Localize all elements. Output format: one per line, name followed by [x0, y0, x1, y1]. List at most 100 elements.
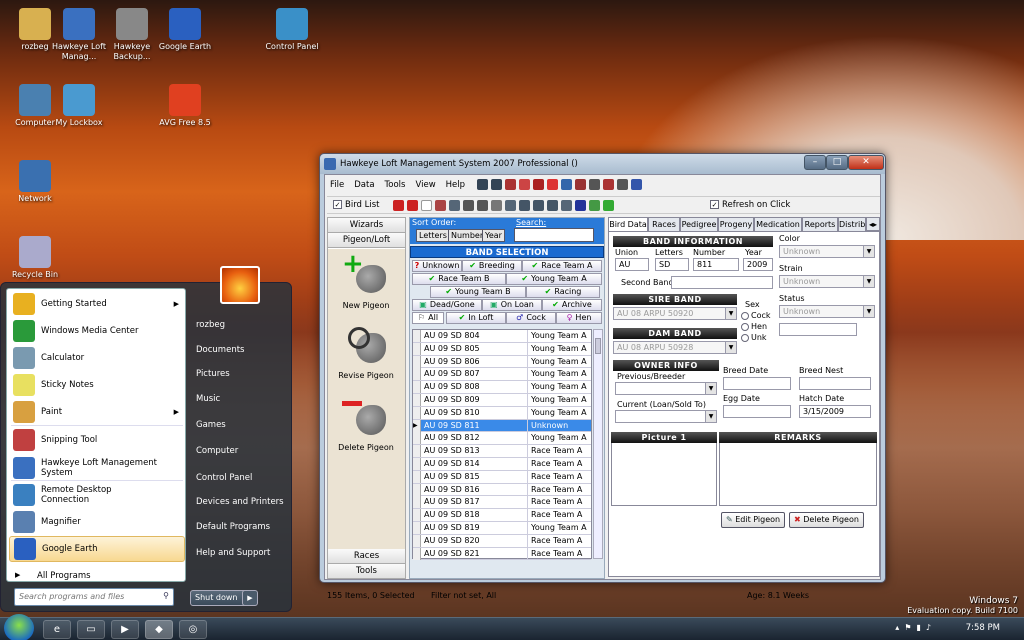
toolbar-tool-icon[interactable] [435, 200, 446, 211]
filter-tab[interactable]: ▣ On Loan [482, 299, 542, 311]
media-player-icon[interactable]: ▶ [111, 620, 139, 639]
start-menu-place[interactable]: Control Panel [196, 473, 252, 483]
table-row[interactable]: AU 09 SD 804 Young Team A [413, 330, 591, 343]
filter-tab[interactable]: ✔ Race Team A [522, 260, 602, 272]
previous-breeder-select[interactable]: ▼ [615, 382, 717, 395]
filter-tab[interactable]: ✔ Young Team B [430, 286, 526, 298]
first-record-icon[interactable] [393, 200, 404, 211]
table-row[interactable]: AU 09 SD 806 Young Team A [413, 355, 591, 369]
filter-tab[interactable]: ✔ Young Team A [506, 273, 602, 285]
toolbar-tool-icon[interactable] [533, 200, 544, 211]
table-row[interactable]: AU 09 SD 820 Race Team A [413, 534, 591, 548]
toolbar-tool-icon[interactable] [575, 200, 586, 211]
nav-races[interactable]: Races [328, 549, 405, 564]
toolbar-tool-icon[interactable] [519, 200, 530, 211]
sex-cock-radio[interactable]: Cock [741, 311, 771, 320]
start-menu-item[interactable]: Remote Desktop Connection [9, 482, 185, 508]
app-taskbar-icon[interactable]: ◎ [179, 620, 207, 639]
desktop-icon[interactable]: My Lockbox [44, 84, 114, 128]
color-select[interactable]: Unknown ▼ [779, 245, 875, 258]
table-row[interactable]: AU 09 SD 807 Young Team A [413, 368, 591, 382]
filter-tab[interactable]: ? Unknown [412, 260, 462, 272]
desktop-icon[interactable]: AVG Free 8.5 [150, 84, 220, 128]
desktop-icon[interactable]: Network [0, 160, 70, 204]
current-owner-select[interactable]: ▼ [615, 410, 717, 423]
union-field[interactable]: AU [615, 258, 649, 271]
nav-tools[interactable]: Tools [328, 564, 405, 579]
toolbar-tool-icon[interactable] [603, 200, 614, 211]
table-row[interactable]: AU 09 SD 814 Race Team A [413, 458, 591, 471]
breed-date-field[interactable] [723, 377, 791, 390]
toolbar-tool-icon[interactable] [449, 200, 460, 211]
toolbar-tool-icon[interactable] [519, 179, 530, 190]
help-icon[interactable] [631, 179, 642, 190]
toolbar-tool-icon[interactable] [505, 179, 516, 190]
picture-box[interactable] [611, 432, 717, 506]
toolbar-tool-icon[interactable] [589, 200, 600, 211]
bird-list-toggle[interactable]: ✓ Bird List [333, 200, 380, 210]
table-row[interactable]: AU 09 SD 805 Young Team A [413, 342, 591, 356]
tab-distrib[interactable]: Distrib [838, 217, 866, 231]
refresh-on-click-toggle[interactable]: ✓ Refresh on Click [710, 200, 790, 210]
table-row[interactable]: AU 09 SD 821 Race Team A [413, 547, 591, 561]
table-row[interactable]: AU 09 SD 818 Race Team A [413, 509, 591, 522]
start-menu-item[interactable]: Windows Media Center [9, 318, 185, 344]
band-list-scrollbar[interactable] [593, 329, 603, 559]
filter-tab[interactable]: ✔ Breeding [462, 260, 522, 272]
start-menu-item[interactable]: Magnifier [9, 509, 185, 535]
filter-tab[interactable]: ▣ Dead/Gone [412, 299, 482, 311]
toolbar-tool-icon[interactable] [477, 179, 488, 190]
filter-tab[interactable]: ♀ Hen [556, 312, 602, 324]
menu-data[interactable]: Data [349, 177, 379, 193]
start-button[interactable] [4, 614, 34, 640]
remarks-box[interactable] [719, 432, 877, 506]
start-menu-place[interactable]: Devices and Printers [196, 497, 284, 507]
start-menu-place[interactable]: rozbeg [196, 320, 225, 330]
table-row[interactable]: AU 09 SD 810 Young Team A [413, 406, 591, 420]
desktop-icon[interactable]: Recycle Bin [0, 236, 70, 280]
system-tray[interactable]: ▴⚑▮♪ [895, 623, 936, 632]
hawkeye-taskbar-icon[interactable]: ◆ [145, 620, 173, 639]
all-programs-link[interactable]: ▶ All Programs [15, 571, 91, 581]
toolbar-tool-icon[interactable] [589, 179, 600, 190]
start-menu-place[interactable]: Computer [196, 446, 238, 456]
number-field[interactable]: 811 [693, 258, 739, 271]
table-row[interactable]: AU 09 SD 816 Race Team A [413, 483, 591, 497]
toolbar-tool-icon[interactable] [617, 179, 628, 190]
letters-field[interactable]: SD [655, 258, 689, 271]
menu-tools[interactable]: Tools [380, 177, 411, 193]
tab-scroll-arrows[interactable]: ◂▸ [866, 217, 880, 231]
explorer-icon[interactable]: ▭ [77, 620, 105, 639]
filter-tab[interactable]: ✔ Archive [542, 299, 602, 311]
start-menu-item[interactable]: Hawkeye Loft Management System [9, 454, 185, 482]
desktop-icon[interactable]: Control Panel [257, 8, 327, 52]
tab-medication[interactable]: Medication [754, 217, 802, 231]
desktop-icon[interactable]: Google Earth [150, 8, 220, 52]
menu-help[interactable]: Help [441, 177, 470, 193]
strain-select[interactable]: Unknown ▼ [779, 275, 875, 288]
sex-hen-radio[interactable]: Hen [741, 322, 767, 331]
toolbar-tool-icon[interactable] [575, 179, 586, 190]
start-menu-item[interactable]: Paint ▶ [9, 399, 185, 425]
toolbar-tool-icon[interactable] [547, 179, 558, 190]
table-row[interactable]: AU 09 SD 817 Race Team A [413, 496, 591, 510]
start-menu-place[interactable]: Default Programs [196, 522, 270, 532]
toolbar-tool-icon[interactable] [561, 179, 572, 190]
clock[interactable]: 7:58 PM [966, 623, 1000, 633]
close-button[interactable]: ✕ [848, 155, 884, 170]
table-row[interactable]: AU 09 SD 812 Young Team A [413, 432, 591, 446]
toolbar-tool-icon[interactable] [547, 200, 558, 211]
start-menu-place[interactable]: Music [196, 394, 220, 404]
filter-tab[interactable]: ✔ Racing [526, 286, 600, 298]
sort-letters-button[interactable]: Letters [416, 229, 450, 242]
nav-wizards[interactable]: Wizards [328, 218, 405, 233]
filter-tab[interactable]: ✔ Race Team B [412, 273, 506, 285]
toolbar-tool-icon[interactable] [463, 200, 474, 211]
user-picture[interactable] [220, 266, 260, 304]
start-menu-place[interactable]: Games [196, 420, 226, 430]
tab-reports[interactable]: Reports [802, 217, 838, 231]
ie-icon[interactable]: e [43, 620, 71, 639]
start-menu-place[interactable]: Pictures [196, 369, 230, 379]
delete-pigeon-nav-button[interactable]: Delete Pigeon [336, 395, 396, 452]
toolbar-tool-icon[interactable] [491, 179, 502, 190]
